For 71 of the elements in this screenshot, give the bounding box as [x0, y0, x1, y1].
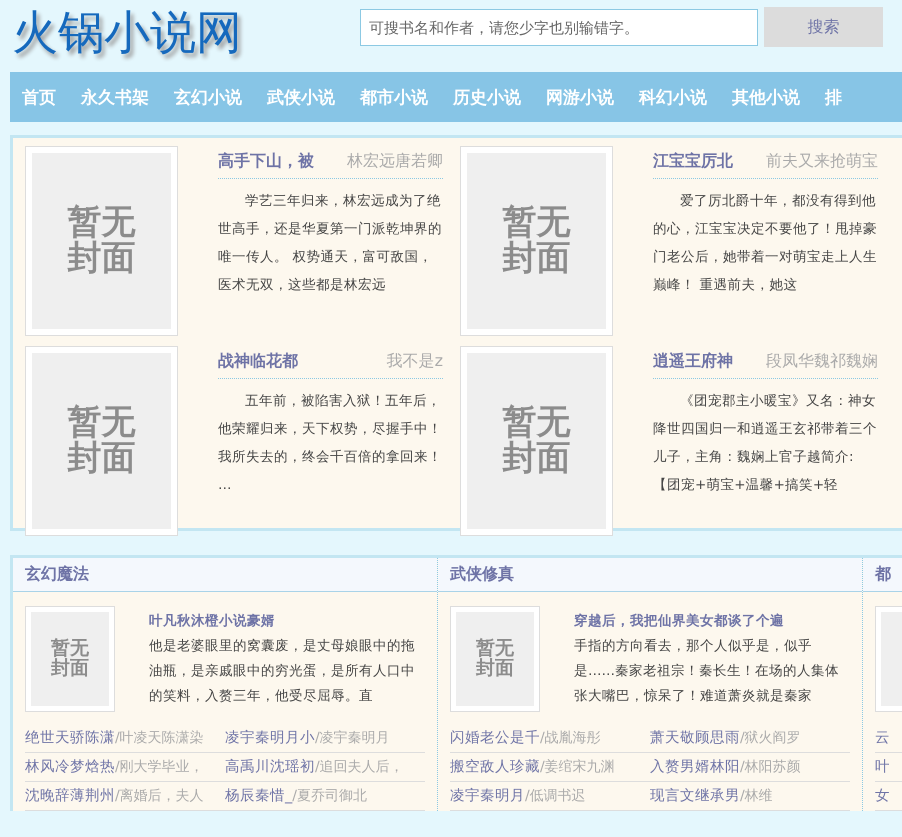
nav-link[interactable]: 科幻小说 [639, 86, 707, 108]
nav-link[interactable]: 网游小说 [546, 86, 614, 108]
author-name[interactable]: /狱火阎罗 [740, 730, 801, 746]
book-summary: 爱了厉北爵十年，都没有得到他的心，江宝宝决定不要他了！甩掉豪门老公后，她带着一对萌宝走上人生巅峰！ 重遇前夫，她这 [653, 192, 878, 295]
nav-link[interactable]: 永久书架 [81, 86, 149, 108]
book-link[interactable]: 闪婚老公是千 [450, 730, 540, 746]
cover-label: 暂无封面 [68, 205, 136, 277]
author-name[interactable]: /叶凌天陈潇染 [115, 730, 204, 746]
book-title[interactable]: 江宝宝厉北 [653, 151, 733, 172]
book-summary: 学艺三年归来，林宏远成为了绝世高手，还是华夏第一门派乾坤界的唯一传人。 权势通天，富可敌国，医术无双，这些都是林宏远 [218, 192, 443, 295]
book-cover[interactable]: 暂无封面 [460, 146, 613, 336]
section-title: 武侠修真 [450, 564, 514, 585]
cover-label: 暂无封面 [502, 205, 570, 277]
book-link[interactable]: 凌宇秦明月 [450, 788, 525, 804]
book-title[interactable]: 战神临花都 [218, 351, 298, 372]
section-title: 玄幻魔法 [25, 564, 89, 585]
book-link[interactable]: 叶 [875, 759, 890, 775]
nav-link[interactable]: 其他小说 [732, 86, 800, 108]
book-title[interactable]: 叶凡秋沐橙小说豪婿 [149, 612, 425, 630]
author-name[interactable]: 段凤华魏祁魏娴 [766, 351, 878, 372]
author-name[interactable]: /战胤海彤 [540, 730, 601, 746]
author-name[interactable]: 我不是z [386, 351, 443, 372]
book-summary: 五年前，被陷害入狱！五年后，他荣耀归来，天下权势，尽握手中！我所失去的，终会千百倍的拿回来！ … [218, 392, 443, 495]
book-link[interactable]: 凌宇秦明月小 [225, 730, 315, 746]
author-name[interactable]: /离婚后，夫人 [115, 788, 204, 804]
book-link[interactable]: 云 [875, 730, 890, 746]
author-name[interactable]: 前夫又来抢萌宝 [766, 151, 878, 172]
cover-label: 暂无封面 [68, 405, 136, 477]
book-title[interactable]: 逍遥王府神 [653, 351, 733, 372]
nav-link[interactable]: 武侠小说 [267, 86, 335, 108]
book-summary: 他是老婆眼里的窝囊废，是丈母娘眼中的拖油瓶，是亲戚眼中的穷光蛋，是所有人口中的笑料，入赘三年，他受尽屈辱。直 [149, 637, 416, 706]
book-link[interactable]: 搬空敌人珍藏 [450, 759, 540, 775]
book-link[interactable]: 入赘男婿林阳 [650, 759, 740, 775]
book-link[interactable]: 萧天敬顾思雨 [650, 730, 740, 746]
nav-link[interactable]: 都市小说 [360, 86, 428, 108]
author-name[interactable]: /低调书迟 [525, 788, 586, 804]
book-cover[interactable]: 暂无封面 [25, 606, 115, 712]
site-logo[interactable]: 火锅小说网 [12, 2, 360, 62]
book-link[interactable]: 林风冷梦焓热 [25, 759, 115, 775]
book-title[interactable]: 高手下山，被 [218, 151, 314, 172]
book-link[interactable]: 沈晚辞薄荆州 [25, 788, 115, 804]
book-cover[interactable]: 暂无封面 [25, 146, 178, 336]
book-summary: 《团宠郡主小暖宝》又名：神女降世四国归一和逍遥王玄祁带着三个儿子，主角：魏娴上官子越简介:【团宠+萌宝+温馨+搞笑+轻 [653, 392, 878, 495]
book-link[interactable]: 绝世天骄陈潇 [25, 730, 115, 746]
nav-link[interactable]: 玄幻小说 [174, 86, 242, 108]
section-title: 都 [875, 564, 891, 585]
search-button[interactable]: 搜索 [764, 7, 883, 47]
book-cover[interactable]: 暂无封面 [25, 346, 178, 536]
book-link[interactable]: 现言文继承男 [650, 788, 740, 804]
author-name[interactable]: /夏乔司御北 [292, 788, 367, 804]
cover-label: 暂无封面 [476, 639, 514, 679]
search-field[interactable]: 可搜书名和作者，请您少字也别输错字。 [360, 9, 758, 46]
author-name[interactable]: /追回夫人后， [315, 759, 404, 775]
nav-link[interactable]: 排 [825, 86, 842, 108]
author-name[interactable]: /林阳苏颜 [740, 759, 801, 775]
nav-link[interactable]: 历史小说 [453, 86, 521, 108]
book-title[interactable]: 穿越后，我把仙界美女都谈了个遍 [574, 612, 850, 630]
book-summary: 手指的方向看去，那个人似乎是，似乎是……秦家老祖宗！秦长生！在场的人集体张大嘴巴，惊呆了！难道萧炎就是秦家 [574, 637, 840, 706]
book-link[interactable]: 杨辰秦惜_ [225, 788, 292, 804]
cover-label: 暂无封面 [502, 405, 570, 477]
author-name[interactable]: /凌宇秦明月 [315, 730, 390, 746]
nav-link[interactable]: 首页 [22, 86, 56, 108]
author-name[interactable]: /林维 [740, 788, 773, 804]
author-name[interactable]: 林宏远唐若卿 [347, 151, 443, 172]
author-name[interactable]: /刚大学毕业， [115, 759, 204, 775]
book-link[interactable]: 高禹川沈瑶初 [225, 759, 315, 775]
author-name[interactable]: /姜绾宋九渊 [540, 759, 615, 775]
book-cover[interactable]: 暂无封面 [460, 346, 613, 536]
book-link[interactable]: 女 [875, 788, 890, 804]
cover-label: 暂无封面 [51, 639, 89, 679]
book-cover[interactable]: 暂无封面 [450, 606, 540, 712]
